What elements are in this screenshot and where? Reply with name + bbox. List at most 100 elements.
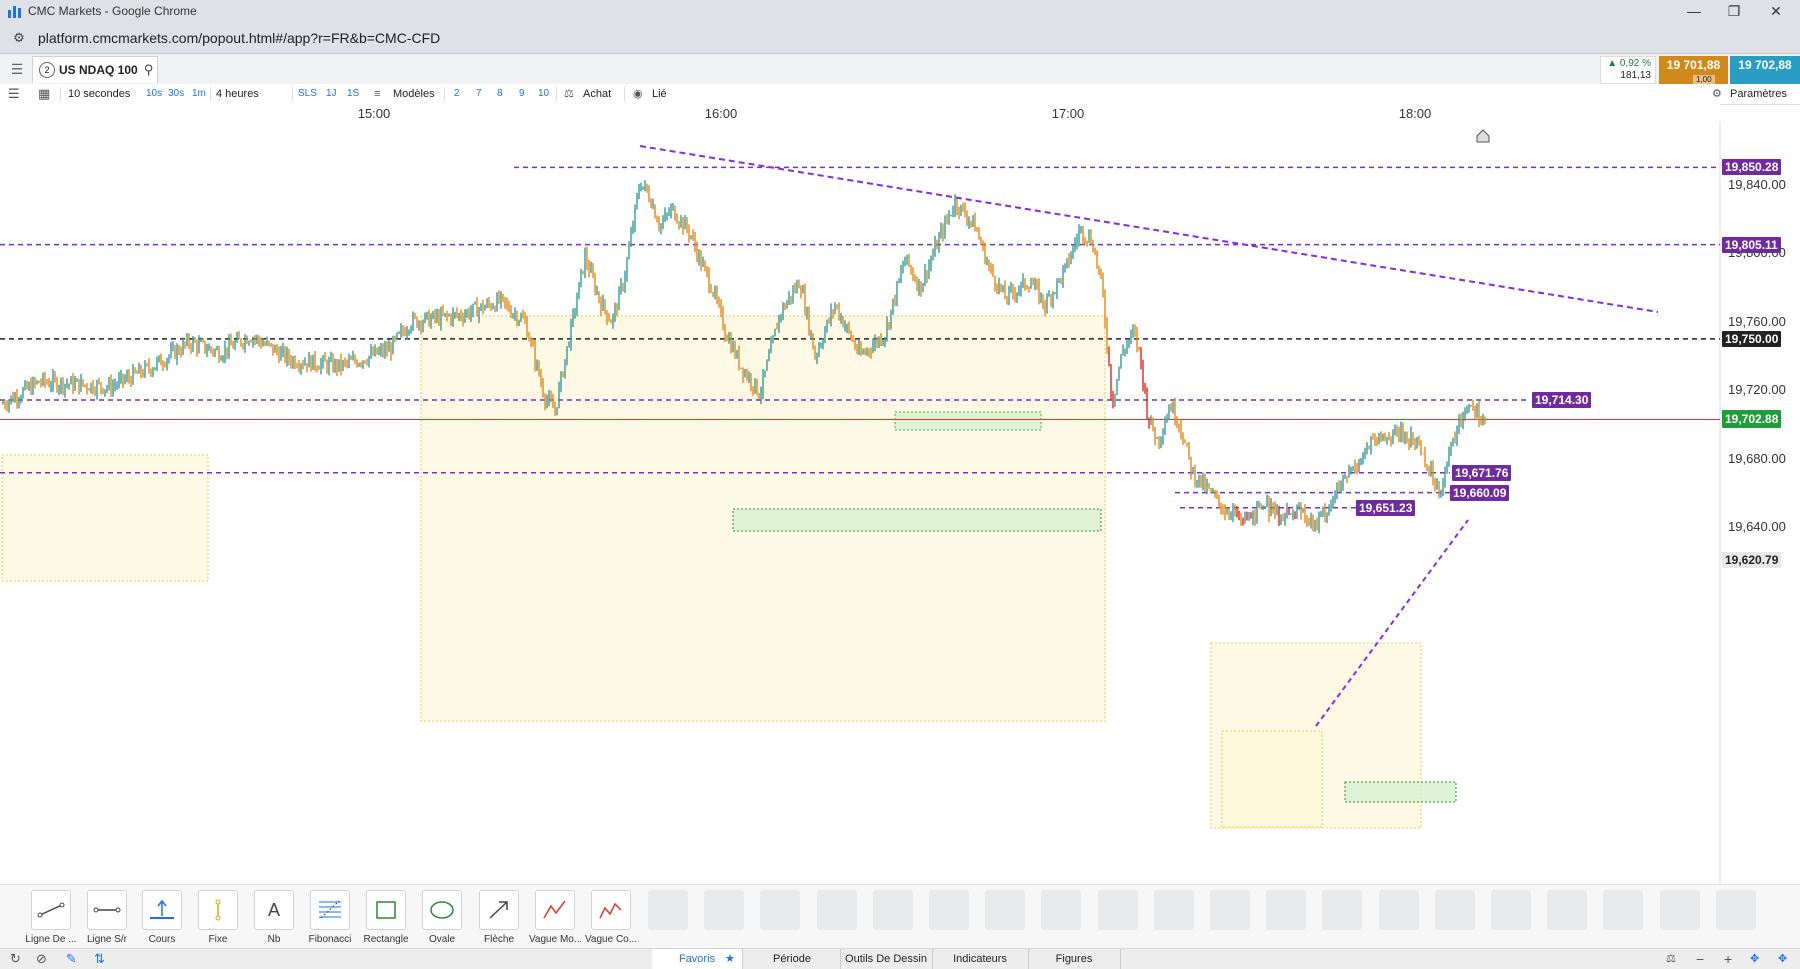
- empty-tool-slot[interactable]: [1715, 890, 1756, 930]
- mode-sls[interactable]: SLS: [298, 84, 317, 104]
- maximize-icon[interactable]: ❐: [1714, 0, 1754, 22]
- price-chart[interactable]: 19,840.00 19,800.00 19,760.00 19,720.00 19,6…: [0, 122, 1800, 884]
- empty-tool-slot[interactable]: [1041, 890, 1082, 930]
- sell-price-button[interactable]: 19 701,88 1,00: [1659, 56, 1728, 84]
- search-icon[interactable]: ⚲: [144, 62, 154, 78]
- text-tool-icon[interactable]: A: [254, 890, 294, 930]
- address-bar[interactable]: ⚙ platform.cmcmarkets.com/popout.html#/a…: [0, 22, 1800, 54]
- tool-text[interactable]: A Nb: [248, 890, 300, 945]
- fibonacci-icon[interactable]: [310, 890, 350, 930]
- close-icon[interactable]: ✕: [1756, 0, 1796, 22]
- empty-tool-slot[interactable]: [872, 890, 913, 930]
- tool-wave[interactable]: Vague Mo...: [529, 890, 581, 945]
- chart-toolbar: ☰ ▦ 10 secondes 10s 30s 1m 4 heures SLS …: [0, 84, 1800, 105]
- tool-price[interactable]: Cours: [136, 890, 188, 945]
- interval-30s[interactable]: 30s: [168, 84, 184, 104]
- empty-tool-slot[interactable]: [1659, 890, 1700, 930]
- site-settings-icon[interactable]: ⚙: [10, 29, 28, 47]
- interval-select[interactable]: 10 secondes: [68, 84, 130, 104]
- preset-9[interactable]: 9: [519, 84, 525, 104]
- level-price-label[interactable]: 19,671.76: [1452, 464, 1512, 481]
- empty-tool-slot[interactable]: [816, 890, 857, 930]
- level-price-label[interactable]: 19,805.11: [1722, 236, 1781, 253]
- instrument-symbol: US NDAQ 100: [59, 63, 138, 77]
- empty-tool-slot[interactable]: [1378, 890, 1419, 930]
- tool-wave-corrective[interactable]: Vague Co...: [585, 890, 637, 945]
- layout-grid-icon[interactable]: ▦: [38, 84, 50, 104]
- tab-period[interactable]: Période: [744, 949, 841, 969]
- preset-8[interactable]: 8: [497, 84, 503, 104]
- tool-line[interactable]: Ligne De ...: [25, 890, 77, 945]
- interval-1m[interactable]: 1m: [192, 84, 206, 104]
- fixed-line-icon[interactable]: [198, 890, 238, 930]
- arrow-tool-icon[interactable]: [479, 890, 519, 930]
- empty-tool-slot[interactable]: [1097, 890, 1138, 930]
- empty-tool-slot[interactable]: [1322, 890, 1363, 930]
- tool-fixed[interactable]: Fixe: [192, 890, 244, 945]
- tool-rectangle[interactable]: Rectangle: [360, 890, 412, 945]
- wave-tool-icon[interactable]: [535, 890, 575, 930]
- menu-icon[interactable]: ☰: [8, 60, 26, 78]
- interval-10s[interactable]: 10s: [146, 84, 162, 104]
- mode-1s[interactable]: 1S: [347, 84, 359, 104]
- rectangle-tool-icon[interactable]: [366, 890, 406, 930]
- sr-line-icon[interactable]: [87, 890, 127, 930]
- empty-tool-slot[interactable]: [1434, 890, 1475, 930]
- level-price-label[interactable]: 19,651.23: [1356, 499, 1416, 516]
- tab-indicators[interactable]: Indicateurs: [932, 949, 1029, 969]
- tab-drawing-tools[interactable]: Outils De Dessin: [840, 949, 933, 969]
- preset-10[interactable]: 10: [538, 84, 549, 104]
- price-line-icon[interactable]: [142, 890, 182, 930]
- empty-tool-slot[interactable]: [985, 890, 1026, 930]
- zoom-out-icon[interactable]: −: [1696, 949, 1704, 969]
- tool-sr-line[interactable]: Ligne S/r: [81, 890, 133, 945]
- buy-price-button[interactable]: 19 702,88: [1730, 56, 1800, 84]
- tool-fibonacci[interactable]: Fibonacci: [304, 890, 356, 945]
- crosshair-icon[interactable]: ✥: [1750, 949, 1759, 969]
- tab-figures[interactable]: Figures: [1028, 949, 1121, 969]
- buy-button[interactable]: Achat: [583, 84, 611, 104]
- block-icon[interactable]: ⊘: [36, 949, 47, 969]
- empty-tool-slot[interactable]: [1266, 890, 1307, 930]
- preset-2[interactable]: 2: [454, 84, 460, 104]
- templates-button[interactable]: Modèles: [393, 84, 435, 104]
- tool-oval[interactable]: Ovale: [416, 890, 468, 945]
- empty-tool-slot[interactable]: [760, 890, 801, 930]
- wave-corrective-icon[interactable]: [591, 890, 631, 930]
- level-price-label[interactable]: 19,750.00: [1722, 330, 1782, 347]
- empty-tool-slot[interactable]: [1603, 890, 1644, 930]
- line-tool-icon[interactable]: [31, 890, 71, 930]
- level-price-label[interactable]: 19,850.28: [1722, 159, 1782, 176]
- chart-canvas[interactable]: [0, 122, 1800, 884]
- empty-tool-slot[interactable]: [1491, 890, 1531, 930]
- level-price-label[interactable]: 19,660.09: [1450, 484, 1510, 501]
- level-price-label[interactable]: 19,714.30: [1532, 391, 1592, 408]
- empty-tool-slot[interactable]: [1547, 890, 1588, 930]
- settings-icon[interactable]: ⚙: [1712, 84, 1722, 104]
- empty-tool-slot[interactable]: [1210, 890, 1250, 930]
- favorites-star-icon[interactable]: ★: [725, 949, 735, 969]
- list-view-icon[interactable]: ☰: [8, 84, 20, 104]
- url-text[interactable]: platform.cmcmarkets.com/popout.html#/app…: [38, 30, 440, 46]
- mode-1j[interactable]: 1J: [326, 84, 337, 104]
- preset-7[interactable]: 7: [476, 84, 482, 104]
- empty-tool-slot[interactable]: [929, 890, 969, 930]
- scale-icon[interactable]: ⚖: [1666, 949, 1676, 969]
- zoom-in-icon[interactable]: +: [1724, 949, 1732, 969]
- tool-arrow[interactable]: Flèche: [473, 890, 525, 945]
- templates-icon[interactable]: ≡: [374, 84, 380, 104]
- settings-button[interactable]: Paramètres: [1730, 84, 1787, 104]
- range-select[interactable]: 4 heures: [216, 84, 259, 104]
- fit-icon[interactable]: ✥: [1778, 949, 1787, 969]
- instrument-tab[interactable]: 2 US NDAQ 100 ⚲: [32, 56, 158, 83]
- oval-tool-icon[interactable]: [422, 890, 462, 930]
- refresh-icon[interactable]: ↻: [10, 949, 21, 969]
- empty-tool-slot[interactable]: [704, 890, 745, 930]
- pencil-icon[interactable]: ✎: [66, 949, 77, 969]
- magnet-icon[interactable]: ⇅: [94, 949, 105, 969]
- linked-button[interactable]: Lié: [652, 84, 667, 104]
- empty-tool-slot[interactable]: [648, 890, 688, 930]
- minimize-icon[interactable]: —: [1674, 0, 1714, 22]
- empty-tool-slot[interactable]: [1153, 890, 1194, 930]
- tool-label: Flèche: [483, 934, 514, 945]
